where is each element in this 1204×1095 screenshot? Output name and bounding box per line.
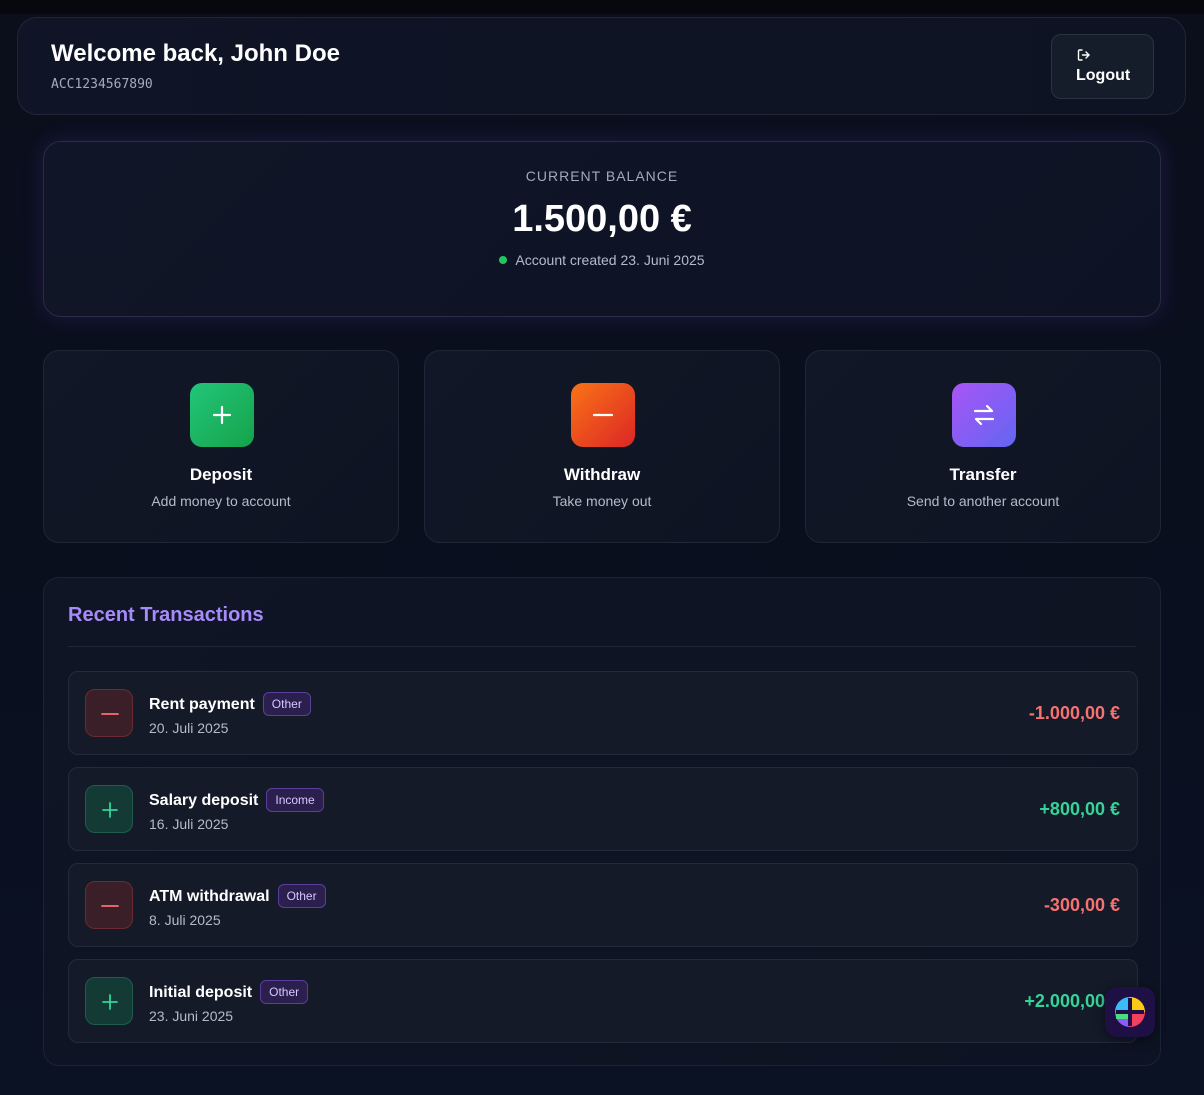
balance-label: CURRENT BALANCE <box>525 168 679 184</box>
category-badge: Other <box>262 692 311 716</box>
transaction-amount: -1.000,00 € <box>1028 703 1120 723</box>
status-dot-icon <box>499 256 508 264</box>
transfer-button[interactable]: Transfer Send to another account <box>805 350 1161 543</box>
account-number: ACC1234567890 <box>51 77 153 92</box>
transaction-row[interactable]: Rent payment Other 20. Juli 2025 -1.000,0… <box>68 671 1138 755</box>
welcome-title: Welcome back, John Doe <box>51 40 340 67</box>
recent-transactions-panel: Recent Transactions Rent payment Other 20… <box>43 577 1161 1066</box>
transfer-subtitle: Send to another account <box>906 493 1060 509</box>
transaction-name-text: ATM withdrawal <box>149 888 270 905</box>
transaction-name: Rent payment Other <box>149 692 311 716</box>
withdraw-subtitle: Take money out <box>552 493 652 509</box>
balance-card: CURRENT BALANCE 1.500,00 € Account creat… <box>43 141 1161 317</box>
deposit-title: Deposit <box>189 465 253 484</box>
category-badge: Other <box>277 884 326 908</box>
logout-icon <box>1076 47 1092 63</box>
plus-icon <box>190 383 254 447</box>
transaction-amount: -300,00 € <box>1043 895 1120 915</box>
transaction-date: 20. Juli 2025 <box>149 720 229 736</box>
transfer-title: Transfer <box>949 465 1017 484</box>
arrows-swap-icon <box>952 383 1016 447</box>
transaction-date: 23. Juni 2025 <box>149 1008 234 1024</box>
category-badge: Income <box>266 788 324 812</box>
logout-button[interactable]: Logout <box>1051 34 1154 99</box>
minus-icon <box>85 689 133 737</box>
logout-label: Logout <box>1076 67 1131 84</box>
plus-icon <box>85 785 133 833</box>
transaction-row[interactable]: Salary deposit Income 16. Juli 2025 +800,… <box>68 767 1138 851</box>
minus-icon <box>571 383 635 447</box>
floating-widget-button[interactable] <box>1105 987 1155 1037</box>
colorful-logo-icon <box>1115 997 1145 1027</box>
withdraw-title: Withdraw <box>563 465 641 484</box>
transaction-row[interactable]: ATM withdrawal Other 8. Juli 2025 -300,00… <box>68 863 1138 947</box>
account-created-text: Account created 23. Juni 2025 <box>515 252 705 268</box>
withdraw-button[interactable]: Withdraw Take money out <box>424 350 780 543</box>
recent-transactions-title: Recent Transactions <box>68 604 264 626</box>
divider <box>68 646 1136 647</box>
deposit-button[interactable]: Deposit Add money to account <box>43 350 399 543</box>
transaction-name-text: Rent payment <box>149 696 255 713</box>
transaction-name-text: Salary deposit <box>149 792 259 809</box>
transaction-name: ATM withdrawal Other <box>149 884 326 908</box>
balance-amount: 1.500,00 € <box>512 198 692 240</box>
window-top-bar <box>0 0 1204 14</box>
minus-icon <box>85 881 133 929</box>
transaction-row[interactable]: Initial deposit Other 23. Juni 2025 +2.00… <box>68 959 1138 1043</box>
account-created: Account created 23. Juni 2025 <box>44 252 1160 268</box>
transaction-amount: +800,00 € <box>1039 799 1120 819</box>
transaction-name-text: Initial deposit <box>149 984 253 1001</box>
transaction-name: Salary deposit Income <box>149 788 324 812</box>
transaction-name: Initial deposit Other <box>149 980 309 1004</box>
transaction-date: 8. Juli 2025 <box>149 912 221 928</box>
header: Welcome back, John Doe ACC1234567890 Log… <box>17 17 1186 115</box>
deposit-subtitle: Add money to account <box>151 493 291 509</box>
transaction-date: 16. Juli 2025 <box>149 816 229 832</box>
category-badge: Other <box>260 980 309 1004</box>
plus-icon <box>85 977 133 1025</box>
